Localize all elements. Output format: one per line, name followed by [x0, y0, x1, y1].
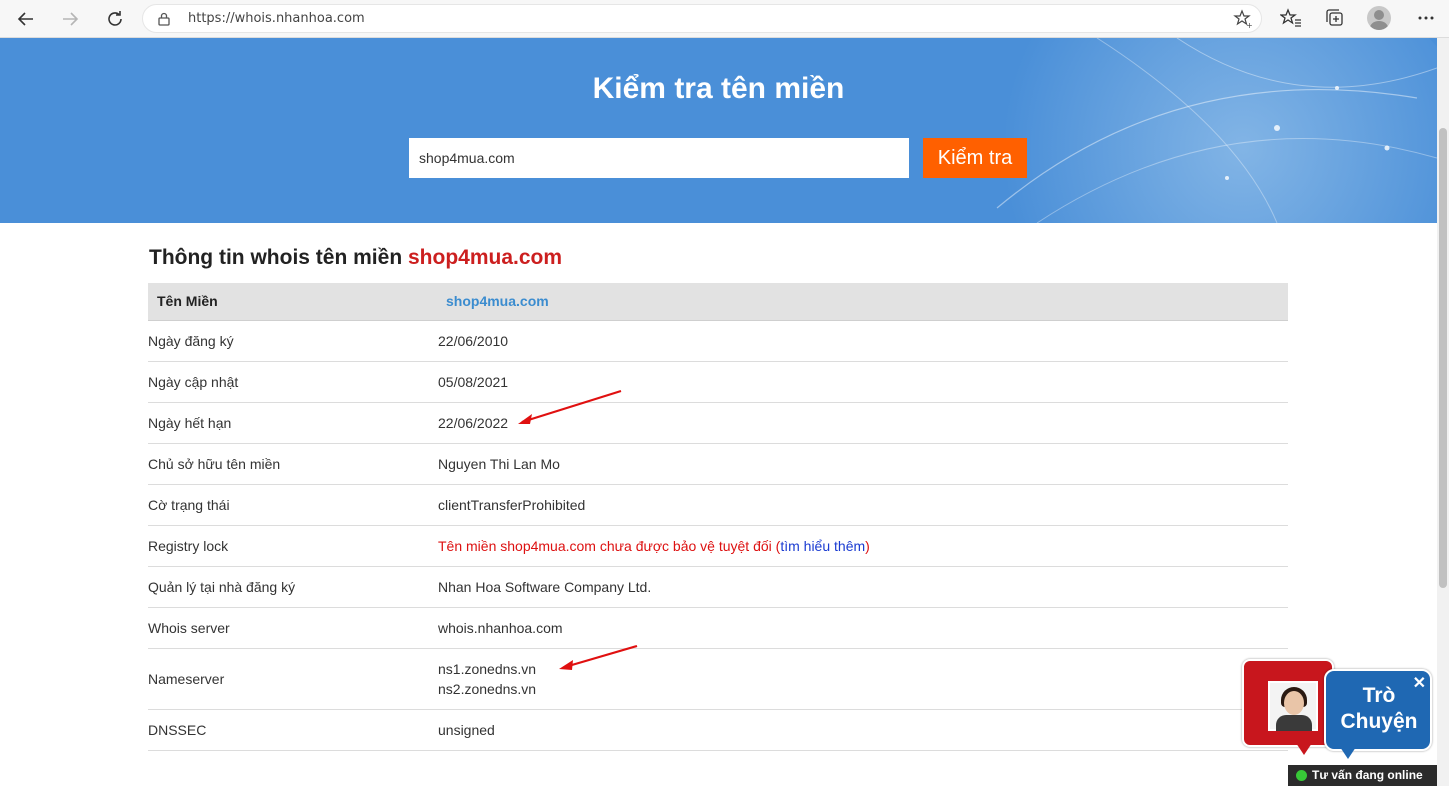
collections-icon[interactable]: [1324, 7, 1346, 29]
table-row: Nameserver ns1.zonedns.vn ns2.zonedns.vn: [148, 648, 1288, 710]
chat-agent-card[interactable]: [1242, 659, 1334, 747]
row-label: Whois server: [148, 607, 438, 649]
hero-banner: Kiểm tra tên miền Kiểm tra: [0, 38, 1437, 223]
row-label: Ngày đăng ký: [148, 320, 438, 362]
table-row: Ngày cập nhật 05/08/2021: [148, 361, 1288, 403]
back-button[interactable]: [12, 5, 40, 33]
table-row: DNSSEC unsigned: [148, 709, 1288, 751]
close-icon[interactable]: ✕: [1413, 673, 1426, 693]
annotation-arrow-nameserver: [559, 644, 638, 670]
chat-open-button[interactable]: Trò Chuyện ✕: [1324, 669, 1432, 751]
table-row: Registry lock Tên miền shop4mua.com chưa…: [148, 525, 1288, 567]
row-label: DNSSEC: [148, 709, 438, 751]
lock-icon[interactable]: [157, 12, 171, 26]
table-row: Ngày đăng ký 22/06/2010: [148, 320, 1288, 362]
arrow-right-icon: [63, 12, 79, 26]
page-scrollbar[interactable]: [1437, 38, 1449, 786]
profile-avatar[interactable]: [1367, 6, 1391, 30]
chat-blue-tail: [1340, 747, 1356, 759]
add-favorite-icon[interactable]: +: [1233, 9, 1253, 29]
row-label: Ngày cập nhật: [148, 361, 438, 403]
table-row: Cờ trạng thái clientTransferProhibited: [148, 484, 1288, 526]
learn-more-link[interactable]: tìm hiểu thêm: [780, 538, 865, 554]
row-label: Cờ trạng thái: [148, 484, 438, 526]
row-label: Quản lý tại nhà đăng ký: [148, 566, 438, 608]
row-label: Chủ sở hữu tên miền: [148, 443, 438, 485]
row-value: Nhan Hoa Software Company Ltd.: [438, 566, 1288, 608]
row-label: Nameserver: [148, 648, 438, 710]
scrollbar-thumb[interactable]: [1439, 128, 1447, 588]
reload-icon: [108, 11, 122, 26]
more-options-icon[interactable]: [1415, 7, 1437, 29]
registry-lock-warning: Tên miền shop4mua.com chưa được bảo vệ t…: [438, 537, 781, 554]
row-label: Registry lock: [148, 525, 438, 567]
row-label: Ngày hết hạn: [148, 402, 438, 444]
table-header-row: Tên Miền shop4mua.com: [148, 283, 1288, 321]
header-label: Tên Miền: [148, 283, 438, 321]
whois-heading: Thông tin whois tên miền shop4mua.com: [149, 246, 562, 270]
check-domain-button[interactable]: Kiểm tra: [923, 138, 1027, 178]
online-status-icon: [1296, 770, 1307, 781]
table-row: Whois server whois.nhanhoa.com: [148, 607, 1288, 649]
url-text: https://whois.nhanhoa.com: [188, 11, 365, 26]
table-row: Quản lý tại nhà đăng ký Nhan Hoa Softwar…: [148, 566, 1288, 608]
network-lines-decoration: [996, 38, 1437, 223]
registry-lock-suffix: ): [865, 537, 870, 554]
support-agent-avatar: [1268, 681, 1318, 731]
chat-widget[interactable]: Trò Chuyện ✕ Tư vấn đang online: [1238, 655, 1437, 786]
page-title: Kiểm tra tên miền: [592, 72, 845, 105]
row-value: Nguyen Thi Lan Mo: [438, 443, 1288, 485]
row-value: clientTransferProhibited: [438, 484, 1288, 526]
reload-button[interactable]: [101, 5, 129, 33]
online-status-text: Tư vấn đang online: [1312, 768, 1423, 782]
whois-table: Tên Miền shop4mua.com Ngày đăng ký 22/06…: [148, 283, 1288, 751]
arrow-left-icon: [17, 12, 33, 26]
registry-lock-value: Tên miền shop4mua.com chưa được bảo vệ t…: [438, 525, 1288, 567]
favorites-icon[interactable]: [1280, 7, 1302, 29]
domain-search-input[interactable]: [409, 138, 909, 178]
nameserver-2: ns2.zonedns.vn: [438, 680, 537, 697]
browser-toolbar: https://whois.nhanhoa.com +: [0, 0, 1449, 38]
table-row: Chủ sở hữu tên miền Nguyen Thi Lan Mo: [148, 443, 1288, 485]
whois-heading-text: Thông tin whois tên miền: [149, 246, 403, 269]
svg-text:+: +: [1246, 21, 1253, 29]
address-bar[interactable]: https://whois.nhanhoa.com +: [142, 4, 1262, 33]
forward-button[interactable]: [56, 5, 84, 33]
online-status-bar[interactable]: Tư vấn đang online: [1288, 765, 1437, 786]
whois-heading-domain: shop4mua.com: [408, 246, 563, 269]
chat-red-tail: [1296, 743, 1312, 755]
row-value: 22/06/2010: [438, 320, 1288, 362]
annotation-arrow-expiry: [518, 389, 622, 424]
row-value: unsigned: [438, 709, 1288, 751]
table-row: Ngày hết hạn 22/06/2022: [148, 402, 1288, 444]
header-domain: shop4mua.com: [438, 283, 1288, 321]
chat-label-line2: Chuyện: [1340, 710, 1418, 733]
